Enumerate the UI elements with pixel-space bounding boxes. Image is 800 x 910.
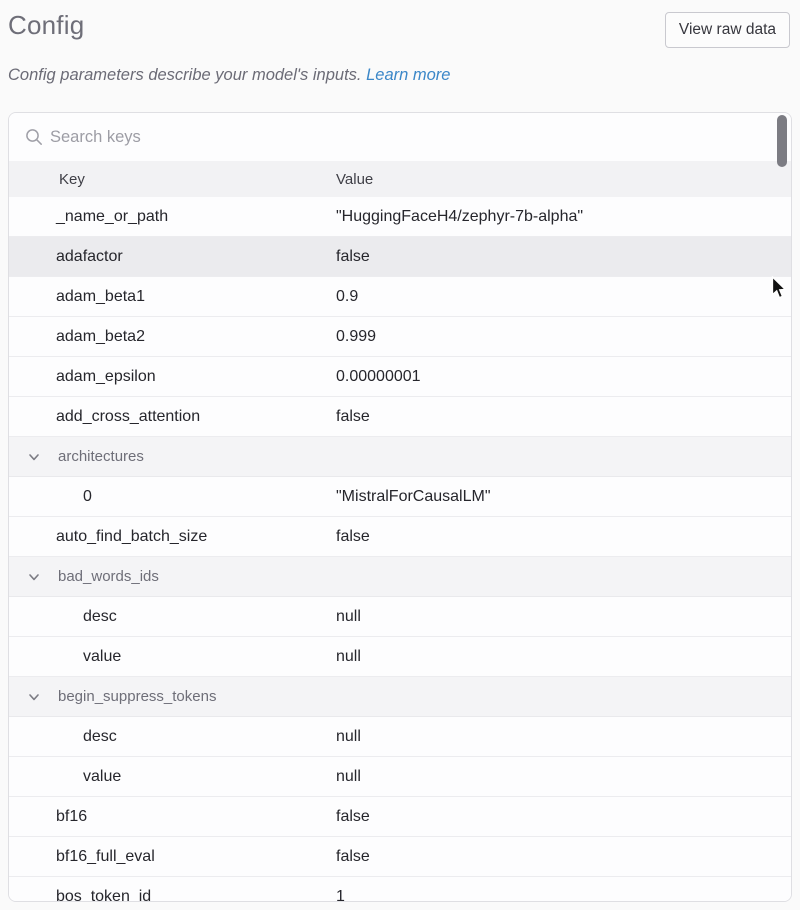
config-key: desc	[9, 728, 336, 746]
config-table-row[interactable]: auto_find_batch_sizefalse	[9, 517, 791, 557]
config-table-row[interactable]: descnull	[9, 597, 791, 637]
config-table-row[interactable]: bos_token_id1	[9, 877, 791, 902]
config-key: desc	[9, 608, 336, 626]
config-panel: Key Value _name_or_path"HuggingFaceH4/ze…	[8, 112, 792, 902]
config-group-row[interactable]: bad_words_ids	[9, 557, 791, 597]
chevron-down-icon	[27, 570, 41, 584]
config-table-row[interactable]: bf16false	[9, 797, 791, 837]
config-key: 0	[9, 488, 336, 506]
config-group-label: architectures	[58, 448, 144, 465]
config-value: null	[336, 648, 791, 666]
scrollbar-thumb[interactable]	[777, 115, 787, 167]
config-key: bos_token_id	[9, 888, 336, 903]
config-subtitle: Config parameters describe your model's …	[8, 66, 450, 85]
config-table-row[interactable]: adam_epsilon0.00000001	[9, 357, 791, 397]
config-key: value	[9, 768, 336, 786]
config-key: bf16	[9, 808, 336, 826]
chevron-down-icon	[27, 690, 41, 704]
config-value: "MistralForCausalLM"	[336, 488, 791, 506]
config-table-row[interactable]: 0"MistralForCausalLM"	[9, 477, 791, 517]
search-bar	[9, 113, 791, 161]
config-group-row[interactable]: begin_suppress_tokens	[9, 677, 791, 717]
config-key: architectures	[9, 448, 336, 465]
config-key: add_cross_attention	[9, 408, 336, 426]
config-table-row[interactable]: adafactorfalse	[9, 237, 791, 277]
config-table-row[interactable]: bf16_full_evalfalse	[9, 837, 791, 877]
column-header-key: Key	[9, 171, 336, 188]
config-group-label: bad_words_ids	[58, 568, 159, 585]
config-key: value	[9, 648, 336, 666]
config-value: false	[336, 408, 791, 426]
config-key: bf16_full_eval	[9, 848, 336, 866]
search-icon	[25, 128, 43, 146]
config-value: false	[336, 248, 791, 266]
config-key: adam_beta2	[9, 328, 336, 346]
config-key: begin_suppress_tokens	[9, 688, 336, 705]
config-key: adam_epsilon	[9, 368, 336, 386]
view-raw-data-button[interactable]: View raw data	[665, 12, 790, 48]
config-value: false	[336, 808, 791, 826]
page-header: Config View raw data	[8, 10, 790, 41]
config-table-header: Key Value	[9, 161, 791, 197]
subtitle-text: Config parameters describe your model's …	[8, 66, 362, 84]
config-value: 0.999	[336, 328, 791, 346]
config-table-body: _name_or_path"HuggingFaceH4/zephyr-7b-al…	[9, 197, 791, 902]
config-group-label: begin_suppress_tokens	[58, 688, 216, 705]
chevron-down-icon	[27, 450, 41, 464]
config-key: auto_find_batch_size	[9, 528, 336, 546]
config-value: null	[336, 608, 791, 626]
config-group-row[interactable]: architectures	[9, 437, 791, 477]
config-key: _name_or_path	[9, 208, 336, 226]
config-value: null	[336, 728, 791, 746]
config-value: false	[336, 848, 791, 866]
config-table-row[interactable]: adam_beta20.999	[9, 317, 791, 357]
config-table-row[interactable]: valuenull	[9, 637, 791, 677]
config-value: 0.9	[336, 288, 791, 306]
config-value: "HuggingFaceH4/zephyr-7b-alpha"	[336, 208, 791, 226]
config-table-row[interactable]: adam_beta10.9	[9, 277, 791, 317]
config-table-row[interactable]: _name_or_path"HuggingFaceH4/zephyr-7b-al…	[9, 197, 791, 237]
column-header-value: Value	[336, 171, 791, 188]
config-table-row[interactable]: descnull	[9, 717, 791, 757]
config-value: false	[336, 528, 791, 546]
config-value: null	[336, 768, 791, 786]
config-key: adam_beta1	[9, 288, 336, 306]
config-key: adafactor	[9, 248, 336, 266]
config-value: 0.00000001	[336, 368, 791, 386]
config-key: bad_words_ids	[9, 568, 336, 585]
config-table-row[interactable]: add_cross_attentionfalse	[9, 397, 791, 437]
learn-more-link[interactable]: Learn more	[366, 66, 450, 84]
config-table-row[interactable]: valuenull	[9, 757, 791, 797]
config-value: 1	[336, 888, 791, 903]
search-input[interactable]	[50, 128, 791, 147]
